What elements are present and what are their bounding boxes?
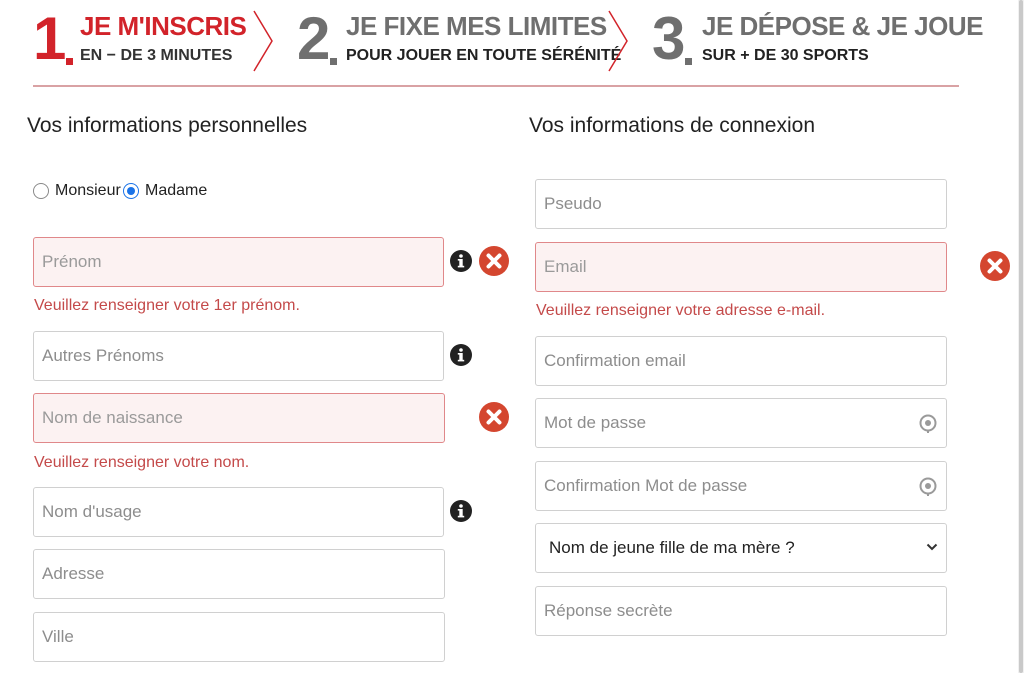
password-placeholder: Mot de passe — [544, 413, 647, 432]
email-error-icon — [980, 251, 1010, 281]
secret-answer-placeholder: Réponse secrète — [544, 601, 673, 620]
secret-answer-input[interactable]: Réponse secrète — [535, 586, 947, 636]
nom-naissance-input[interactable]: Nom de naissance — [33, 393, 445, 443]
step-3: 3 JE DÉPOSE & JE JOUE SUR + DE 30 SPORTS — [652, 5, 983, 78]
step-1-title: JE M'INSCRIS — [80, 11, 247, 41]
scrollbar-thumb[interactable] — [1019, 0, 1023, 673]
secret-question-select[interactable]: Nom de jeune fille de ma mère ? — [535, 523, 947, 573]
adresse-placeholder: Adresse — [42, 564, 105, 583]
scrollbar[interactable] — [1018, 0, 1024, 673]
step-1-number: 1 — [33, 5, 66, 72]
nom-naissance-error-icon — [479, 402, 509, 432]
madame-label[interactable]: Madame — [145, 181, 207, 201]
step-2-dot — [330, 58, 337, 65]
ville-input[interactable]: Ville — [33, 612, 445, 662]
nom-naissance-error-message: Veuillez renseigner votre nom. — [34, 454, 250, 471]
email-placeholder: Email — [544, 257, 587, 276]
ville-placeholder: Ville — [42, 627, 74, 646]
prenom-info-icon[interactable] — [450, 250, 472, 272]
prenom-error-icon — [479, 246, 509, 276]
password-input[interactable]: Mot de passe — [535, 398, 947, 448]
email-input[interactable]: Email — [535, 242, 947, 292]
madame-radio[interactable] — [123, 183, 139, 199]
step-2-number: 2 — [297, 5, 330, 72]
nom-usage-info-icon[interactable] — [450, 500, 472, 522]
step-2-subtitle: POUR JOUER EN TOUTE SÉRÉNITÉ — [346, 47, 622, 64]
confirm-password-toggle-icon[interactable] — [918, 476, 938, 496]
nom-usage-placeholder: Nom d'usage — [42, 502, 142, 521]
step-separator-icon — [608, 10, 628, 72]
pseudo-placeholder: Pseudo — [544, 194, 602, 213]
autres-prenoms-input[interactable]: Autres Prénoms — [33, 331, 444, 381]
autres-prenoms-info-icon[interactable] — [450, 344, 472, 366]
email-error-message: Veuillez renseigner votre adresse e-mail… — [536, 302, 826, 319]
confirm-password-placeholder: Confirmation Mot de passe — [544, 476, 748, 495]
step-1-subtitle: EN − DE 3 MINUTES — [80, 47, 233, 64]
step-1-dot — [66, 58, 73, 65]
prenom-placeholder: Prénom — [42, 252, 102, 271]
monsieur-radio[interactable] — [33, 183, 49, 199]
connexion-info-title: Vos informations de connexion — [529, 114, 816, 137]
secret-question-value: Nom de jeune fille de ma mère ? — [549, 538, 795, 557]
nom-usage-input[interactable]: Nom d'usage — [33, 487, 444, 537]
step-3-subtitle: SUR + DE 30 SPORTS — [702, 47, 869, 64]
personal-info-title: Vos informations personnelles — [27, 114, 308, 137]
step-2-title: JE FIXE MES LIMITES — [346, 11, 607, 41]
prenom-error-message: Veuillez renseigner votre 1er prénom. — [34, 297, 300, 314]
step-2: 2 JE FIXE MES LIMITES POUR JOUER EN TOUT… — [297, 5, 621, 78]
confirmation-email-placeholder: Confirmation email — [544, 351, 686, 370]
confirmation-email-input[interactable]: Confirmation email — [535, 336, 947, 386]
monsieur-label[interactable]: Monsieur — [55, 181, 121, 201]
pseudo-input[interactable]: Pseudo — [535, 179, 947, 229]
password-toggle-icon[interactable] — [918, 413, 938, 433]
confirm-password-input[interactable]: Confirmation Mot de passe — [535, 461, 947, 511]
autres-prenoms-placeholder: Autres Prénoms — [42, 346, 164, 365]
registration-steps: 1 JE M'INSCRIS EN − DE 3 MINUTES 2 JE FI… — [0, 0, 1024, 90]
chevron-down-icon — [926, 543, 938, 551]
nom-naissance-placeholder: Nom de naissance — [42, 408, 183, 427]
adresse-input[interactable]: Adresse — [33, 549, 445, 599]
prenom-input[interactable]: Prénom — [33, 237, 444, 287]
step-1: 1 JE M'INSCRIS EN − DE 3 MINUTES — [33, 5, 247, 78]
step-3-dot — [685, 58, 692, 65]
step-3-title: JE DÉPOSE & JE JOUE — [702, 11, 983, 41]
step-3-number: 3 — [652, 5, 685, 72]
header-divider — [33, 85, 959, 87]
step-separator-icon — [253, 10, 273, 72]
